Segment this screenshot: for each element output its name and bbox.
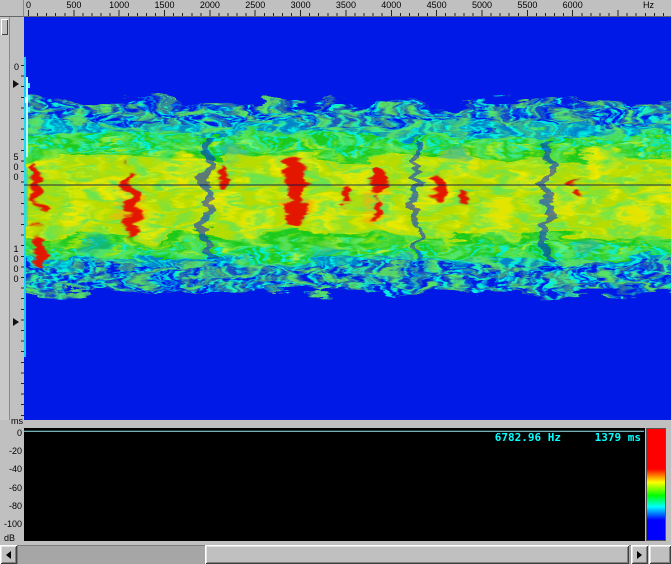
- spectrogram-app: Hz 0 500 1000 1500 2000 2500 3000 3500 4000 4500 5…: [0, 0, 671, 564]
- time-readout: 1379 ms: [595, 431, 641, 444]
- frequency-ruler-label: 3500: [336, 0, 356, 10]
- db-ruler-label: -100: [1, 519, 22, 529]
- frequency-ruler-label: 0: [26, 0, 31, 10]
- db-ruler-label: -20: [1, 446, 22, 456]
- db-ruler-label: -80: [1, 501, 22, 511]
- scroll-left-button[interactable]: [0, 545, 17, 564]
- db-ruler-label: 0: [1, 428, 22, 438]
- frequency-ruler-label: 1000: [109, 0, 129, 10]
- frequency-ruler-label: 4000: [381, 0, 401, 10]
- time-ruler-label: 0: [14, 62, 19, 72]
- frequency-readout: 6782.96 Hz: [495, 431, 561, 444]
- db-ruler-label: -60: [1, 483, 22, 493]
- color-scale-legend: [646, 428, 666, 541]
- db-ruler-label: -40: [1, 464, 22, 474]
- time-unit-label: ms: [11, 416, 23, 426]
- frequency-unit-label: Hz: [643, 0, 654, 10]
- time-ruler-label: 1000: [11, 244, 21, 284]
- spectrum-panel[interactable]: 6782.96 Hz 1379 ms: [24, 428, 645, 541]
- right-triangle-marker-icon[interactable]: [13, 80, 19, 88]
- horizontal-scrollbar[interactable]: [0, 545, 671, 564]
- ruler-corner: [0, 0, 24, 17]
- frequency-ruler-label: 500: [66, 0, 81, 10]
- left-arrow-icon: [6, 551, 11, 559]
- frequency-ruler-label: 4500: [427, 0, 447, 10]
- spectrogram-display[interactable]: [24, 17, 671, 420]
- left-ruler-column: ms dB 0 500 1000 0 -20 -40 -60 -80 -100: [0, 17, 24, 545]
- frequency-ruler-label: 3000: [291, 0, 311, 10]
- panel-divider: [24, 420, 671, 428]
- scrollbar-thumb[interactable]: [205, 545, 629, 564]
- frequency-ruler-label: 5000: [472, 0, 492, 10]
- frequency-ruler-label: 1500: [155, 0, 175, 10]
- frequency-ruler-label: 2000: [200, 0, 220, 10]
- frequency-ruler-label: 5500: [517, 0, 537, 10]
- frequency-ruler-label: 2500: [245, 0, 265, 10]
- spectrum-trace: [24, 428, 645, 541]
- spectrogram-image: [24, 17, 671, 420]
- vertical-scrollbar[interactable]: [0, 17, 10, 420]
- frequency-ruler-major-ticks: [28, 10, 620, 16]
- frequency-ruler-label: 6000: [563, 0, 583, 10]
- db-unit-label: dB: [4, 533, 15, 543]
- frequency-ruler: Hz 0 500 1000 1500 2000 2500 3000 3500 4000 4500 5…: [24, 0, 671, 17]
- right-triangle-marker-icon[interactable]: [13, 318, 19, 326]
- vertical-scrollbar-thumb[interactable]: [1, 19, 8, 35]
- scrollbar-corner: [649, 545, 671, 564]
- time-ruler-label: 500: [11, 152, 21, 182]
- scroll-right-button[interactable]: [631, 545, 648, 564]
- right-arrow-icon: [637, 551, 642, 559]
